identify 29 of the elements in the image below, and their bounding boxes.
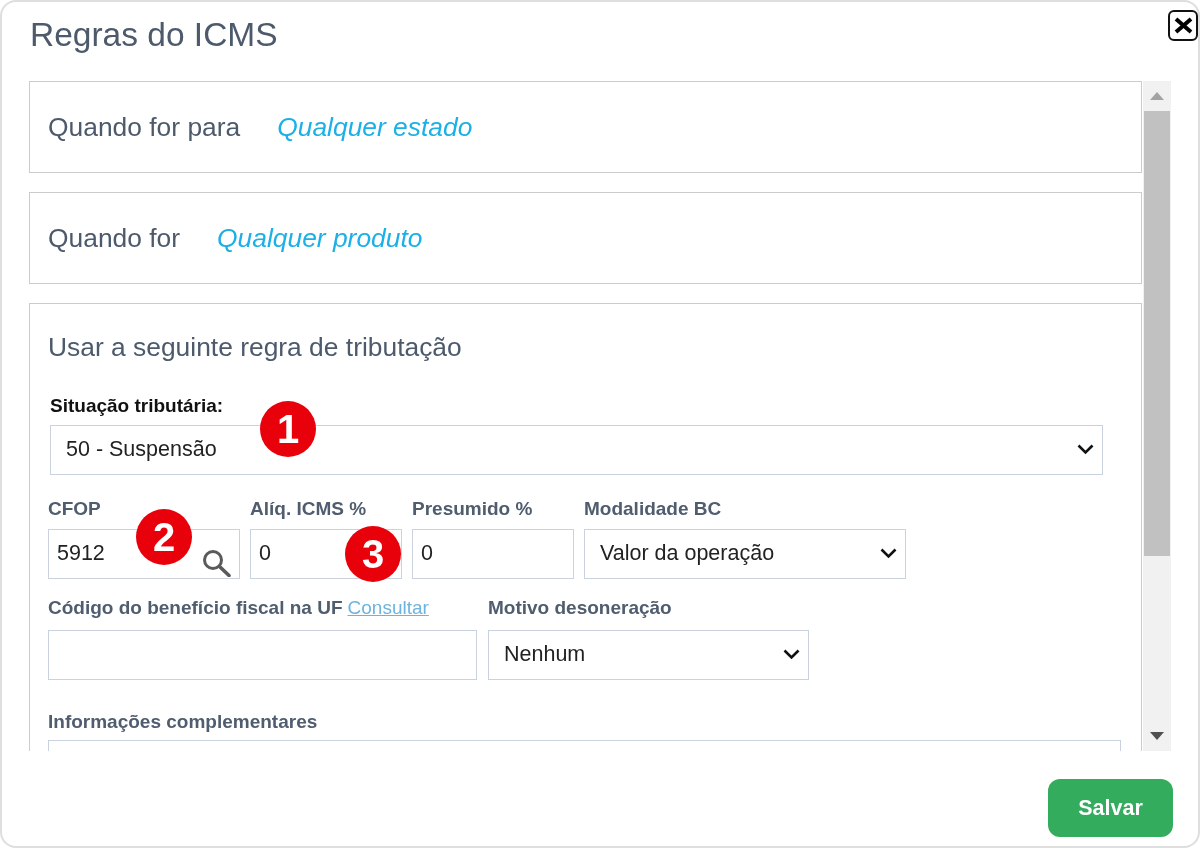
close-button[interactable] [1168,10,1198,41]
select-dropdown[interactable]: Valor da operação [584,528,906,579]
input-field[interactable] [48,629,477,680]
search-icon[interactable] [202,548,231,577]
scrollbar-thumb[interactable] [1144,111,1170,556]
chevron-down-icon [880,548,897,560]
panel-title: Usar a seguinte regra de tributação [48,332,463,364]
field-label: Código do benefício fiscal na UF [48,596,343,619]
select-dropdown[interactable]: Nenhum [488,629,809,680]
number-marker: 2 [136,508,192,565]
field-label: Situação tributária: [50,394,224,417]
field-label: Informações complementares [48,710,318,733]
dialog-title: Regras do ICMS [30,15,278,55]
close-icon [1173,17,1193,34]
scroll-up-icon[interactable] [1150,92,1164,100]
input-field[interactable]: 0 [412,528,574,579]
field-label: CFOP [48,497,101,520]
field-label: Motivo desoneração [488,596,672,619]
condition-label: Quando for para [48,111,241,143]
chevron-down-icon [783,649,800,661]
scroll-down-icon[interactable] [1150,732,1164,740]
text-area-field[interactable] [48,739,1121,751]
scrollbar[interactable] [1143,81,1171,751]
chevron-down-icon [1077,444,1094,456]
field-label: Alíq. ICMS % [250,497,367,520]
number-marker: 1 [260,400,316,457]
condition-label: Quando for [48,222,181,254]
field-label: Presumido % [412,497,533,520]
field-label: Modalidade BC [584,497,722,520]
